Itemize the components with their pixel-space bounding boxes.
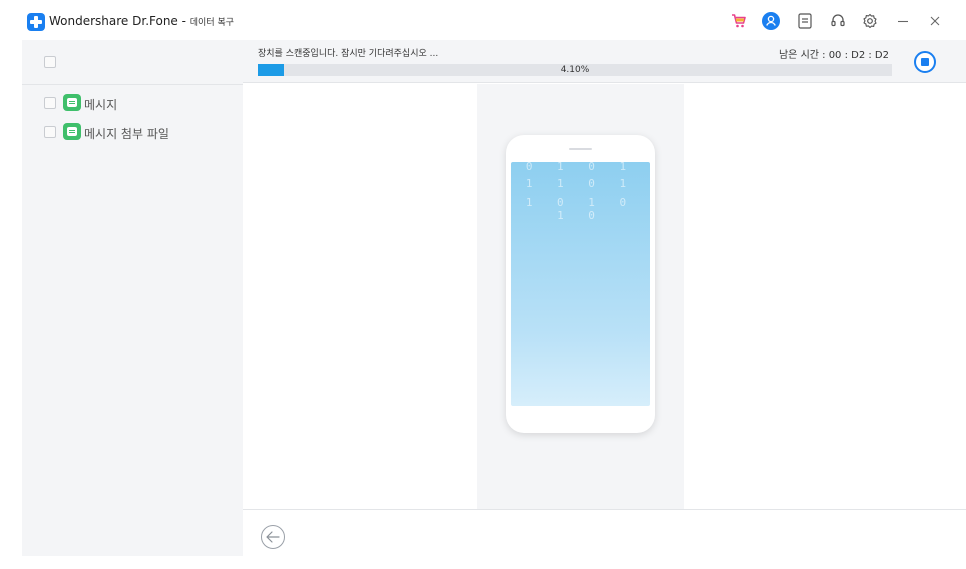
select-all-checkbox[interactable] <box>44 56 56 68</box>
app-title: Wondershare Dr.Fone - 데이터 복구 <box>49 14 234 28</box>
sidebar-item-messages[interactable]: 메시지 <box>22 92 243 114</box>
scan-progress-header: 장치를 스캔중입니다. 잠시만 기다려주십시오 ... 남은 시간 : 00 :… <box>243 40 966 83</box>
sidebar-header <box>22 40 243 85</box>
phone-speaker <box>569 148 592 150</box>
phone-panel: 0 1 0 1 1 1 0 1 1 0 1 0 1 0 <box>477 84 684 510</box>
scan-progress-bar: 4.10% <box>258 64 892 76</box>
app-subtitle: 데이터 복구 <box>189 18 235 28</box>
app-window: Wondershare Dr.Fone - 데이터 복구 메시지 메시지 첨부 … <box>0 0 966 569</box>
support-icon[interactable] <box>829 12 847 30</box>
footer-bar <box>243 509 966 556</box>
phone-illustration: 0 1 0 1 1 1 0 1 1 0 1 0 1 0 <box>506 135 655 433</box>
binary-code-row: 1 0 1 0 1 0 <box>525 196 636 222</box>
minimize-icon[interactable] <box>894 12 912 30</box>
message-attachments-checkbox[interactable] <box>44 126 56 138</box>
sidebar-item-message-attachments[interactable]: 메시지 첨부 파일 <box>22 121 243 143</box>
scan-progress-percent: 4.10% <box>560 65 590 75</box>
feedback-icon[interactable] <box>796 12 814 30</box>
phone-screen: 0 1 0 1 1 1 0 1 1 0 1 0 1 0 <box>511 162 650 406</box>
messages-checkbox[interactable] <box>44 97 56 109</box>
message-icon <box>63 94 81 111</box>
message-icon <box>63 123 81 140</box>
dr-fone-logo-icon <box>27 13 45 31</box>
remaining-time-text: 남은 시간 : 00 : D2 : D2 <box>778 50 889 61</box>
stop-scan-button[interactable] <box>914 51 936 73</box>
back-button[interactable] <box>261 525 285 549</box>
app-title-text: Wondershare Dr.Fone - <box>49 14 190 28</box>
file-type-sidebar: 메시지 메시지 첨부 파일 <box>22 40 243 556</box>
binary-code-row: 0 1 0 1 <box>525 162 636 173</box>
sidebar-item-label: 메시지 <box>84 98 118 112</box>
settings-icon[interactable] <box>861 12 879 30</box>
close-icon[interactable] <box>926 12 944 30</box>
cart-icon[interactable] <box>730 12 748 30</box>
binary-code-row: 1 1 0 1 <box>525 177 636 190</box>
arrow-left-icon <box>266 531 280 543</box>
account-icon[interactable] <box>762 12 780 30</box>
scan-main-area: 0 1 0 1 1 1 0 1 1 0 1 0 1 0 <box>243 84 966 510</box>
scan-status-text: 장치를 스캔중입니다. 잠시만 기다려주십시오 ... <box>258 49 439 59</box>
sidebar-item-label: 메시지 첨부 파일 <box>84 127 169 141</box>
title-bar: Wondershare Dr.Fone - 데이터 복구 <box>0 0 966 40</box>
